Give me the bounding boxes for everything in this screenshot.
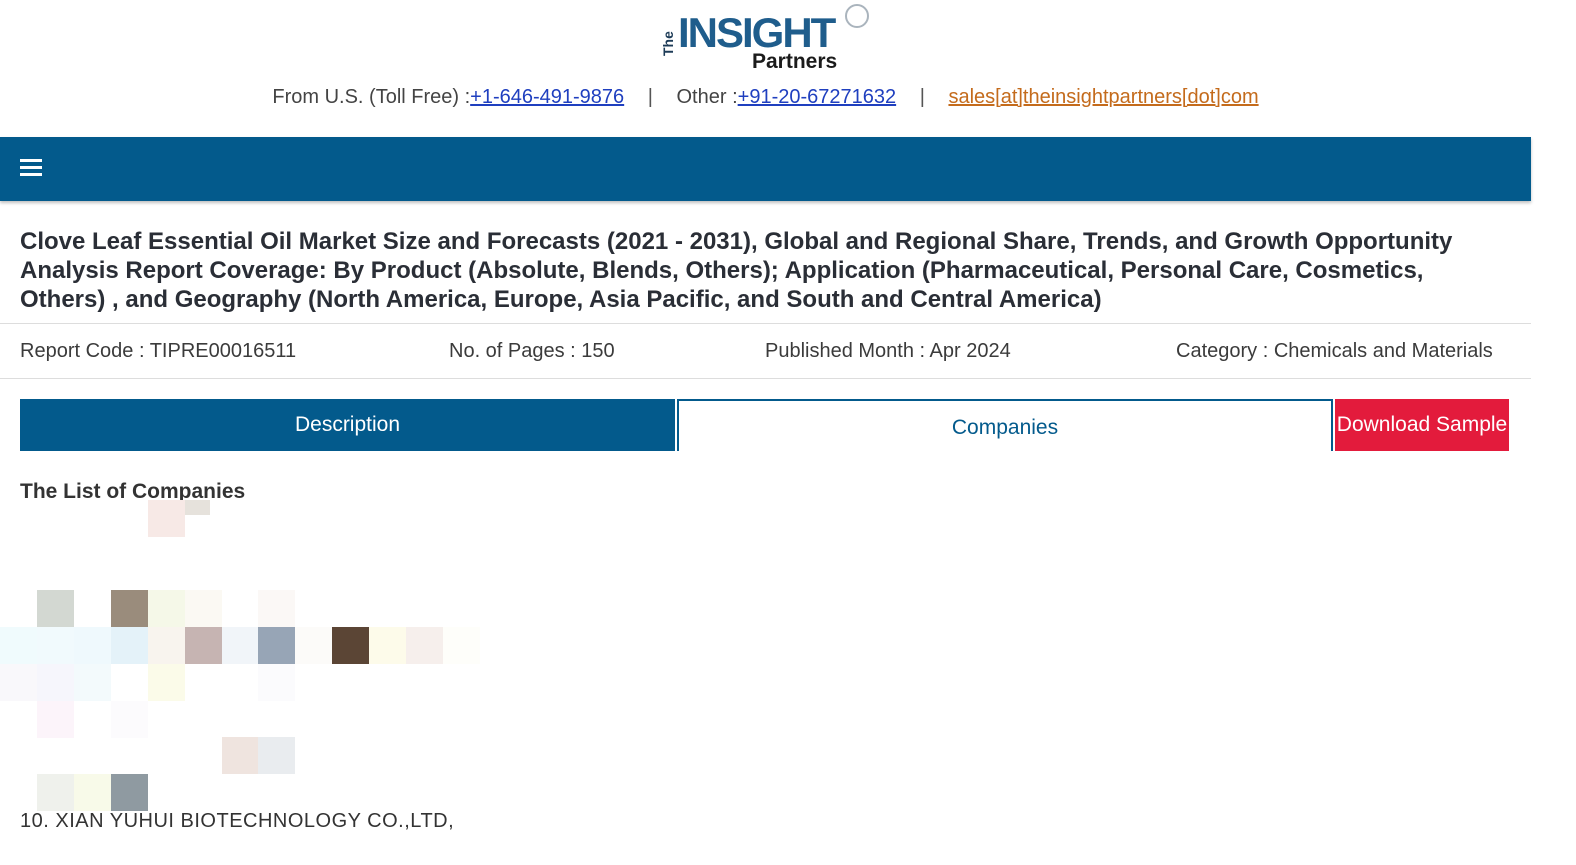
- other-phone-label: Other :: [676, 86, 738, 108]
- report-title: Clove Leaf Essential Oil Market Size and…: [20, 228, 1453, 313]
- report-category: Category : Chemicals and Materials: [1176, 340, 1493, 362]
- other-phone-link[interactable]: +91-20-67271632: [738, 86, 896, 108]
- logo-ring-icon: [845, 4, 869, 28]
- divider: [0, 323, 1531, 324]
- company-list-item: 10. XIAN YUHUI BIOTECHNOLOGY CO.,LTD,: [20, 810, 455, 832]
- insight-partners-logo[interactable]: The INSIGHT Partners: [660, 4, 880, 74]
- page-count: No. of Pages : 150: [449, 340, 615, 362]
- hamburger-menu-icon[interactable]: [20, 159, 42, 179]
- divider: [0, 378, 1531, 379]
- logo-insight-text: INSIGHT: [678, 9, 836, 56]
- report-code: Report Code : TIPRE00016511: [20, 340, 297, 362]
- sales-email-link[interactable]: sales[at]theinsightpartners[dot]com: [948, 86, 1258, 108]
- pixelated-company-list: [0, 500, 480, 811]
- top-navbar: [0, 137, 1531, 201]
- logo-partners-text: Partners: [752, 50, 838, 73]
- contact-bar: From U.S. (Toll Free) :+1-646-491-9876 |…: [0, 86, 1531, 109]
- us-phone-link[interactable]: +1-646-491-9876: [470, 86, 624, 108]
- tab-companies[interactable]: Companies: [677, 399, 1333, 451]
- published-month: Published Month : Apr 2024: [765, 340, 1011, 362]
- logo-the-text: The: [660, 31, 676, 56]
- tab-description[interactable]: Description: [20, 399, 675, 451]
- contact-separator: |: [919, 86, 925, 108]
- contact-separator: |: [647, 86, 653, 108]
- download-sample-button[interactable]: Download Sample: [1335, 399, 1509, 451]
- us-phone-label: From U.S. (Toll Free) :: [272, 86, 471, 108]
